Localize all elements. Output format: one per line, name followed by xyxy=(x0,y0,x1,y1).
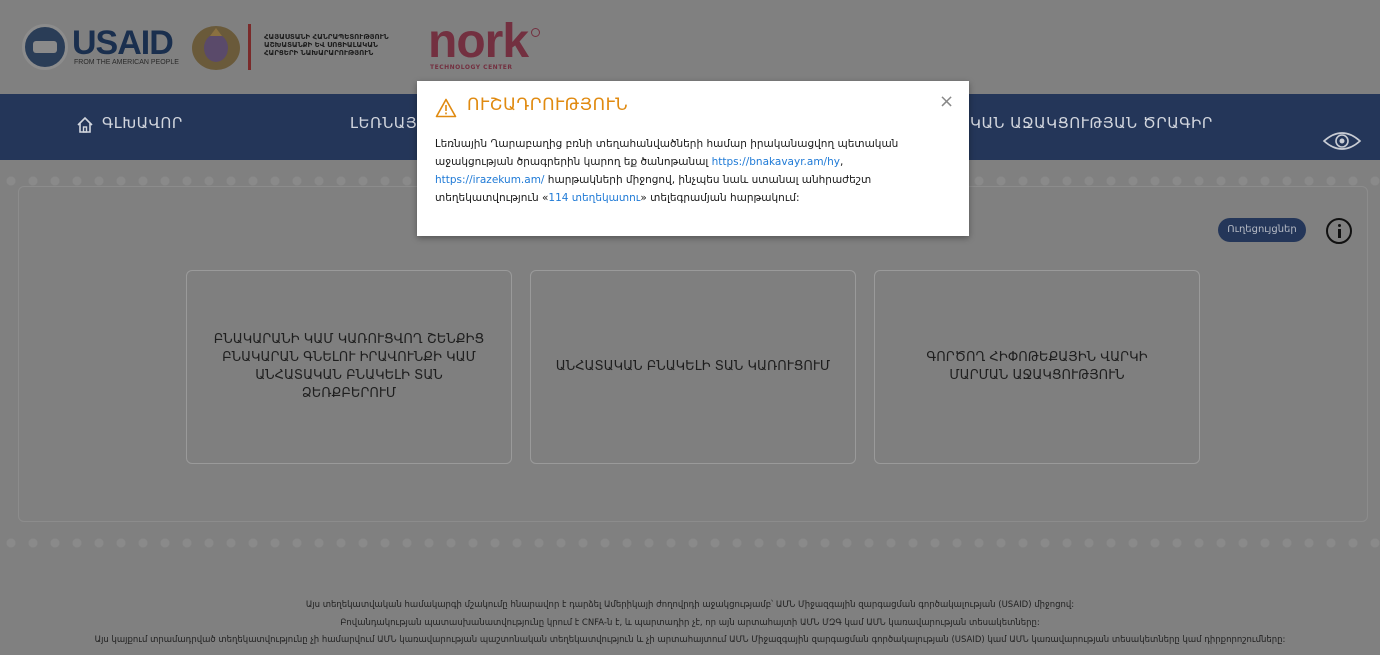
footer-line: Այս կայքում տրամադրված տեղեկատվությունը … xyxy=(94,635,1286,645)
accessibility-eye-icon[interactable] xyxy=(1322,128,1362,154)
site-header: USAID FROM THE AMERICAN PEOPLE ՀԱՅԱՍՏԱՆԻ… xyxy=(0,0,1380,94)
card-label: ԱՆՀԱՏԱԿԱՆ ԲՆԱԿԵԼԻ ՏԱՆ ԿԱՌՈՒՑՈՒՄ xyxy=(555,359,831,374)
nav-support-program[interactable]: ԿԱՆ ԱՋԱԿՑՈՒԹՅԱՆ ԾՐԱԳԻՐ xyxy=(970,114,1213,132)
ministry-line: ԱՇԽԱՏԱՆՔԻ ԵՎ ՍՈՑԻԱԼԱԿԱՆ xyxy=(264,41,378,49)
card-label: ԳՈՐԾՈՂ ՀԻՓՈԹԵՔԱՅԻՆ ՎԱՐԿԻ ՄԱՐՄԱՆ ԱՋԱԿՑՈՒԹ… xyxy=(926,350,1148,383)
link-bnakavayr[interactable]: https://bnakavayr.am/hy xyxy=(712,156,840,168)
nav-home[interactable]: ԳԼԽԱՎՈՐ xyxy=(102,114,183,132)
site-footer: Այս տեղեկատվական համակարգի մշակումը հնար… xyxy=(0,580,1380,655)
armenia-coat-of-arms-icon xyxy=(192,26,240,70)
close-icon[interactable]: × xyxy=(939,93,954,111)
card-apartment-purchase[interactable]: ԲՆԱԿԱՐԱՆԻ ԿԱՄ ԿԱՌՈՒՑՎՈՂ ՇԵՆՔԻՑ ԲՆԱԿԱՐԱՆ … xyxy=(186,270,512,464)
usaid-seal-icon xyxy=(22,24,68,70)
registered-mark-icon xyxy=(531,28,540,37)
modal-message: Լեռնային Ղարաբաղից բռնի տեղահանվածների հ… xyxy=(435,135,945,207)
attention-modal: ՈՒՇԱԴՐՈՒԹՅՈՒՆ × Լեռնային Ղարաբաղից բռնի … xyxy=(417,81,969,236)
usaid-logo[interactable]: USAID xyxy=(72,26,174,60)
info-icon[interactable] xyxy=(1326,218,1352,244)
footer-line: Այս տեղեկատվական համակարգի մշակումը հնար… xyxy=(305,600,1075,610)
nork-logo[interactable]: nork xyxy=(428,18,529,66)
link-irazekum[interactable]: https://irazekum.am/ xyxy=(435,174,544,186)
usaid-tagline: FROM THE AMERICAN PEOPLE xyxy=(74,59,179,66)
modal-text: , xyxy=(839,156,844,168)
decorative-dots xyxy=(0,536,1380,550)
modal-text: » տելեգրամյան հարթակում: xyxy=(640,192,800,204)
header-divider xyxy=(248,24,251,70)
card-label: ԲՆԱԿԱՐԱՆԻ ԿԱՄ ԿԱՌՈՒՑՎՈՂ ՇԵՆՔԻՑ ԲՆԱԿԱՐԱՆ … xyxy=(213,332,485,401)
ministry-line: ՀԱՐՑԵՐԻ ՆԱԽԱՐԱՐՈՒԹՅՈՒՆ xyxy=(264,49,374,57)
card-mortgage-support[interactable]: ԳՈՐԾՈՂ ՀԻՓՈԹԵՔԱՅԻՆ ՎԱՐԿԻ ՄԱՐՄԱՆ ԱՋԱԿՑՈՒԹ… xyxy=(874,270,1200,464)
modal-title: ՈՒՇԱԴՐՈՒԹՅՈՒՆ xyxy=(467,95,629,115)
guides-button[interactable]: Ուղեցույցներ xyxy=(1218,218,1306,242)
ministry-line: ՀԱՅԱՍՏԱՆԻ ՀԱՆՐԱՊԵՏՈՒԹՅՈՒՆ xyxy=(264,33,389,41)
warning-icon xyxy=(435,98,457,118)
link-114-info[interactable]: 114 տեղեկատու xyxy=(548,192,640,204)
footer-line: Բովանդակության պատասխանատվությունը կրում… xyxy=(340,618,1040,628)
home-icon[interactable] xyxy=(76,116,94,134)
nork-tagline: TECHNOLOGY CENTER xyxy=(430,64,513,71)
ministry-name: ՀԱՅԱՍՏԱՆԻ ՀԱՆՐԱՊԵՏՈՒԹՅՈՒՆ ԱՇԽԱՏԱՆՔԻ ԵՎ Ս… xyxy=(264,33,414,57)
card-house-construction[interactable]: ԱՆՀԱՏԱԿԱՆ ԲՆԱԿԵԼԻ ՏԱՆ ԿԱՌՈՒՑՈՒՄ xyxy=(530,270,856,464)
